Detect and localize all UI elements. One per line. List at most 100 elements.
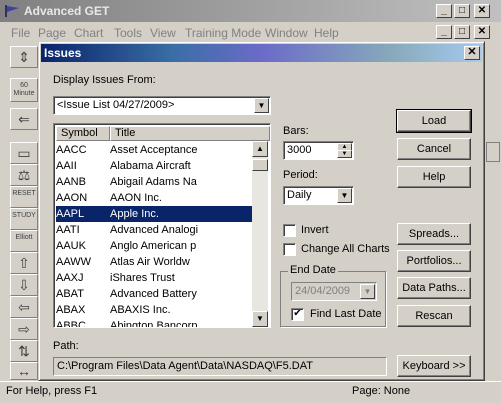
load-button[interactable]: Load [396,109,472,133]
issue-title: ABAXIS Inc. [110,304,171,316]
rescan-button[interactable]: Rescan [397,305,471,327]
column-header-symbol[interactable]: Symbol [56,126,110,141]
change-all-charts-checkbox[interactable] [283,243,296,256]
left-arrow-icon[interactable]: ⇦ [10,296,38,318]
menu-training-mode[interactable]: Training Mode [185,26,261,40]
scroll-down-icon[interactable]: ▼ [252,311,268,327]
invert-checkbox[interactable] [283,224,296,237]
menu-tools[interactable]: Tools [114,26,142,40]
list-item[interactable]: AATI Advanced Analogi [56,222,252,238]
dialog-title: Issues [44,46,82,60]
spreads-button[interactable]: Spreads... [397,223,471,245]
end-date-select[interactable]: 24/04/2009 ▼ [291,282,377,301]
list-item[interactable]: ABAX ABAXIS Inc. [56,302,252,318]
pointer-tool-button[interactable]: ⇕ [10,46,38,68]
study-button[interactable]: STUDY [10,208,38,230]
up-arrow-icon[interactable]: ⇧ [10,252,38,274]
menu-chart[interactable]: Chart [74,26,103,40]
list-item[interactable]: AAUK Anglo American p [56,238,252,254]
app-logo-icon [5,5,19,17]
right-arrow-icon[interactable]: ⇨ [10,318,38,340]
menu-window[interactable]: Window [265,26,308,40]
issue-list-select[interactable]: <Issue List 04/27/2009> ▼ [53,96,271,115]
issue-title: Abigail Adams Na [110,176,197,188]
list-item[interactable]: ABBC Abington Bancorp [56,318,252,328]
back-arrow-button[interactable]: ⇐ [10,108,38,130]
find-last-date-checkbox[interactable]: ✔ [291,308,304,321]
issue-symbol: AAXJ [56,272,84,284]
right-panel-scroll[interactable] [486,142,500,162]
maximize-button[interactable]: □ [454,4,470,18]
menu-view[interactable]: View [150,26,176,40]
sort-icon[interactable]: ⇅ [10,340,38,362]
end-date-chevron-down-icon[interactable]: ▼ [360,284,375,299]
list-item[interactable]: AAII Alabama Aircraft [56,158,252,174]
mdi-close-icon[interactable]: ✕ [474,25,490,39]
issue-symbol: ABBC [56,320,86,328]
help-button[interactable]: Help [397,166,471,188]
status-page-text: Page: None [352,385,411,397]
issue-list[interactable]: Symbol Title AACC Asset Acceptance AAII Ala… [53,123,271,328]
period-select[interactable]: Daily ▼ [283,186,354,205]
mdi-restore-button[interactable]: □ [454,25,470,39]
path-label: Path: [53,340,79,352]
issue-title: Atlas Air Worldw [110,256,190,268]
elliott-button[interactable]: Elliott [10,230,38,252]
issue-title: Anglo American p [110,240,197,252]
menu-help[interactable]: Help [314,26,339,40]
close-icon[interactable]: ✕ [474,4,490,18]
scroll-thumb[interactable] [252,159,268,171]
path-field: C:\Program Files\Data Agent\Data\NASDAQ\… [53,357,387,376]
cancel-button[interactable]: Cancel [397,138,471,160]
issues-dialog: Issues ✕ Display Issues From: <Issue Lis… [38,41,485,381]
list-item[interactable]: AANB Abigail Adams Na [56,174,252,190]
status-help-text: For Help, press F1 [6,385,98,397]
invert-label[interactable]: Invert [301,224,329,236]
issue-list-value: <Issue List 04/27/2009> [57,99,175,111]
dialog-titlebar: Issues ✕ [41,44,482,62]
folder-icon[interactable]: ▭ [10,142,38,164]
issue-title: Advanced Battery [110,288,197,300]
down-arrow-icon[interactable]: ⇩ [10,274,38,296]
issue-symbol: AAON [56,192,88,204]
app-titlebar: Advanced GET _ □ ✕ [0,0,501,22]
column-header-title[interactable]: Title [110,126,270,141]
list-scrollbar[interactable]: ▲ ▼ [252,141,268,327]
end-date-value: 24/04/2009 [295,285,351,297]
bars-input[interactable]: 3000 ▲ ▼ [283,141,354,160]
menu-page[interactable]: Page [38,26,66,40]
expand-icon[interactable]: ↔ [10,362,38,380]
list-item[interactable]: AAWW Atlas Air Worldw [56,254,252,270]
issue-title: Advanced Analogi [110,224,199,236]
bars-value: 3000 [287,144,312,156]
spin-down-icon[interactable]: ▼ [337,150,352,158]
change-all-charts-label[interactable]: Change All Charts [301,243,390,255]
list-item[interactable]: ABAT Advanced Battery [56,286,252,302]
list-item[interactable]: AAPL Apple Inc. [56,206,252,222]
minute-tool-button[interactable]: 60 Minute [10,78,38,102]
issue-symbol: AAWW [56,256,92,268]
menu-file[interactable]: File [11,26,30,40]
display-issues-label: Display Issues From: [53,74,156,86]
list-item[interactable]: AAON AAON Inc. [56,190,252,206]
data-paths-button[interactable]: Data Paths... [397,277,471,299]
portfolios-button[interactable]: Portfolios... [397,250,471,272]
menu-bar: File Page Chart Tools View Training Mode… [0,22,501,42]
period-chevron-down-icon[interactable]: ▼ [337,188,352,203]
issue-title: Asset Acceptance [110,144,198,156]
scroll-up-icon[interactable]: ▲ [252,141,268,157]
keyboard-button[interactable]: Keyboard >> [397,355,471,377]
reset-button[interactable]: RESET [10,186,38,208]
mdi-minimize-button[interactable]: _ [436,25,452,39]
list-item[interactable]: AACC Asset Acceptance [56,142,252,158]
issue-symbol: AATI [56,224,80,236]
issue-symbol: AACC [56,144,87,156]
chevron-down-icon[interactable]: ▼ [254,98,269,113]
app-title: Advanced GET [24,4,110,18]
scale-icon[interactable]: ⚖ [10,164,38,186]
dialog-close-icon[interactable]: ✕ [464,46,480,60]
find-last-date-label[interactable]: Find Last Date [310,308,382,320]
minimize-button[interactable]: _ [436,4,452,18]
issue-symbol: AAUK [56,240,86,252]
list-item[interactable]: AAXJ iShares Trust [56,270,252,286]
